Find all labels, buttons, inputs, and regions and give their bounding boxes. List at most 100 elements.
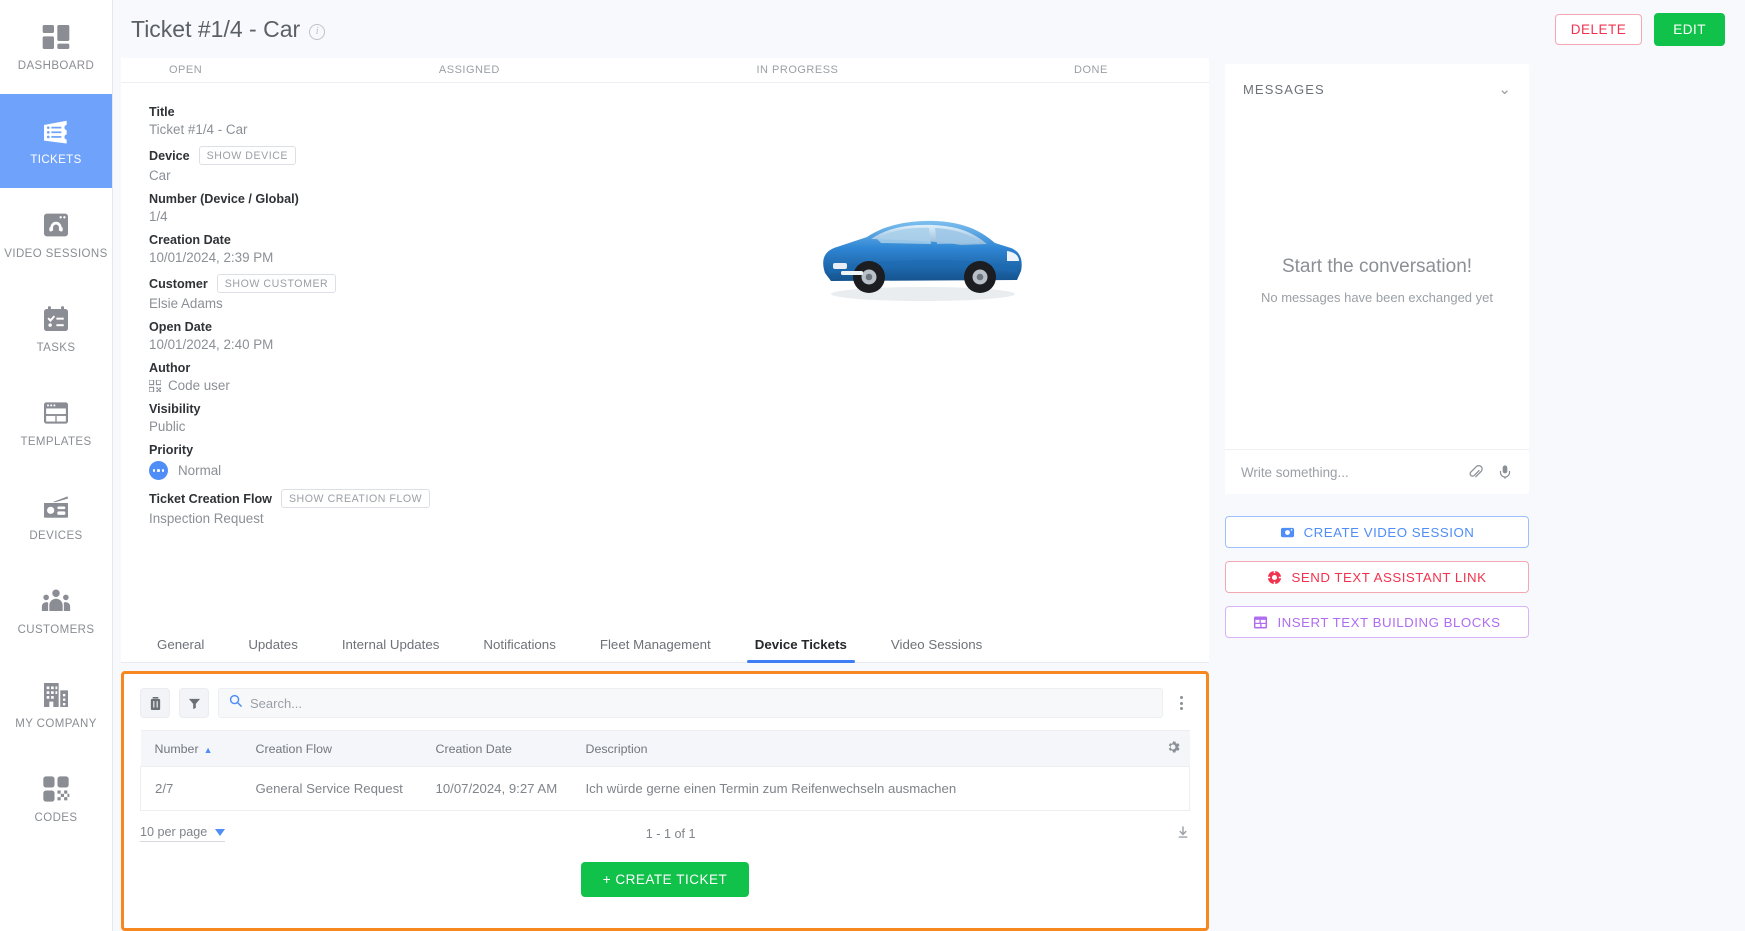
create-video-session-button[interactable]: CREATE VIDEO SESSION: [1225, 516, 1529, 548]
field-label: Customer SHOW CUSTOMER: [149, 274, 1209, 293]
ticket-details-card: Title Ticket #1/4 - Car Device SHOW DEVI…: [121, 83, 1209, 623]
field-device: Device SHOW DEVICE Car: [149, 146, 1209, 183]
field-value: Public: [149, 419, 186, 434]
status-step-in-progress[interactable]: IN PROGRESS: [756, 64, 1074, 76]
sidebar-item-devices[interactable]: DEVICES: [0, 470, 112, 564]
templates-icon: [40, 397, 72, 429]
main-area: Ticket #1/4 - Car i DELETE EDIT OPEN ASSI…: [113, 0, 1745, 931]
field-priority: Priority Normal: [149, 443, 1209, 480]
sidebar-label: DEVICES: [29, 530, 83, 543]
sidebar-item-tickets[interactable]: TICKETS: [0, 94, 112, 188]
chevron-down-icon[interactable]: ⌄: [1498, 80, 1511, 98]
send-text-assistant-link-button[interactable]: SEND TEXT ASSISTANT LINK: [1225, 561, 1529, 593]
column-header-description[interactable]: Description: [585, 730, 1156, 767]
messages-title: MESSAGES: [1243, 81, 1325, 97]
sidebar-label: MY COMPANY: [15, 718, 97, 731]
show-device-button[interactable]: SHOW DEVICE: [198, 146, 297, 165]
show-creation-flow-button[interactable]: SHOW CREATION FLOW: [280, 489, 431, 508]
cell-description: Ich würde gerne einen Termin zum Reifenw…: [585, 766, 1190, 811]
qr-code-icon: [148, 378, 162, 393]
search-input[interactable]: [250, 695, 1152, 711]
message-input[interactable]: [1241, 464, 1453, 480]
field-open-date: Open Date 10/01/2024, 2:40 PM: [149, 320, 1209, 352]
per-page-selector[interactable]: 10 per page: [140, 825, 226, 842]
field-label: Title: [149, 105, 1209, 119]
button-label: SEND TEXT ASSISTANT LINK: [1291, 569, 1487, 585]
info-icon[interactable]: i: [309, 23, 326, 40]
sidebar-item-video-sessions[interactable]: VIDEO SESSIONS: [0, 188, 112, 282]
field-value: Ticket #1/4 - Car: [149, 122, 248, 137]
delete-button[interactable]: DELETE: [1554, 13, 1643, 45]
tab-fleet-management[interactable]: Fleet Management: [578, 637, 733, 662]
microphone-icon[interactable]: [1497, 464, 1513, 480]
sidebar-label: VIDEO SESSIONS: [4, 248, 108, 261]
tab-notifications[interactable]: Notifications: [461, 637, 577, 662]
label-text: Ticket Creation Flow: [149, 491, 272, 506]
per-page-label: 10 per page: [140, 825, 208, 839]
device-tickets-table: Number ▲ Creation Flow Creation Date Desc…: [140, 730, 1190, 811]
ticket-icon: [40, 115, 72, 147]
field-number: Number (Device / Global) 1/4: [149, 192, 1209, 224]
label-text: Open Date: [149, 320, 212, 334]
edit-button[interactable]: EDIT: [1654, 12, 1725, 46]
author-name: Code user: [168, 378, 230, 393]
field-label: Open Date: [149, 320, 1209, 334]
sidebar-label: TASKS: [36, 342, 76, 355]
tab-updates[interactable]: Updates: [226, 637, 320, 662]
sidebar-item-templates[interactable]: TEMPLATES: [0, 376, 112, 470]
empty-subtitle: No messages have been exchanged yet: [1261, 290, 1493, 305]
ticket-column: OPEN ASSIGNED IN PROGRESS DONE Title Tic…: [113, 58, 1209, 931]
more-vertical-icon[interactable]: [1172, 696, 1190, 710]
column-header-number[interactable]: Number ▲: [140, 730, 256, 767]
search-box[interactable]: [218, 688, 1163, 718]
field-label: Author: [149, 361, 1209, 375]
insert-text-building-blocks-button[interactable]: INSERT TEXT BUILDING BLOCKS: [1225, 606, 1529, 638]
sidebar-label: TICKETS: [30, 154, 82, 167]
tab-device-tickets[interactable]: Device Tickets: [733, 637, 869, 663]
field-label: Ticket Creation Flow SHOW CREATION FLOW: [149, 489, 1209, 508]
create-ticket-button[interactable]: + CREATE TICKET: [580, 862, 750, 897]
sidebar-item-my-company[interactable]: MY COMPANY: [0, 658, 112, 752]
sidebar-item-tasks[interactable]: TASKS: [0, 282, 112, 376]
tab-general[interactable]: General: [149, 637, 226, 662]
app-root: DASHBOARD TICKETS VIDEO SESSIONS TASKS T: [0, 0, 1745, 931]
field-value: 1/4: [149, 209, 168, 224]
field-creation-date: Creation Date 10/01/2024, 2:39 PM: [149, 233, 1209, 265]
field-value: Code user: [148, 378, 1209, 393]
paperclip-icon[interactable]: [1467, 464, 1483, 480]
download-icon[interactable]: [1176, 825, 1190, 842]
video-session-icon: [40, 209, 72, 241]
show-customer-button[interactable]: SHOW CUSTOMER: [216, 274, 337, 293]
panel-action-buttons: CREATE VIDEO SESSION SEND TEXT ASSISTANT…: [1225, 516, 1529, 638]
sidebar-item-customers[interactable]: CUSTOMERS: [0, 564, 112, 658]
filter-icon[interactable]: [179, 688, 209, 718]
ticket-tabs: General Updates Internal Updates Notific…: [121, 623, 1209, 663]
field-label: Device SHOW DEVICE: [149, 146, 1209, 165]
ticket-status-bar: OPEN ASSIGNED IN PROGRESS DONE: [121, 58, 1209, 83]
devices-icon: [40, 491, 72, 523]
table-row[interactable]: 2/7 General Service Request 10/07/2024, …: [140, 766, 1190, 811]
chevron-down-icon: [215, 828, 226, 836]
button-label: CREATE VIDEO SESSION: [1303, 524, 1475, 540]
status-step-done[interactable]: DONE: [1074, 64, 1209, 76]
status-step-assigned[interactable]: ASSIGNED: [439, 64, 757, 76]
table-header-row: Number ▲ Creation Flow Creation Date Desc…: [140, 730, 1190, 767]
tab-video-sessions[interactable]: Video Sessions: [869, 637, 1004, 662]
sidebar: DASHBOARD TICKETS VIDEO SESSIONS TASKS T: [0, 0, 113, 931]
sidebar-label: CODES: [34, 812, 78, 825]
messages-card: MESSAGES ⌄ Start the conversation! No me…: [1225, 64, 1529, 494]
label-text: Number (Device / Global): [149, 192, 299, 206]
column-header-creation-date[interactable]: Creation Date: [435, 730, 586, 767]
column-header-creation-flow[interactable]: Creation Flow: [255, 730, 436, 767]
tab-internal-updates[interactable]: Internal Updates: [320, 637, 462, 662]
status-step-open[interactable]: OPEN: [121, 64, 439, 76]
field-label: Creation Date: [149, 233, 1209, 247]
sidebar-item-codes[interactable]: CODES: [0, 752, 112, 846]
sidebar-item-dashboard[interactable]: DASHBOARD: [0, 0, 112, 94]
table-footer: 10 per page 1 - 1 of 1: [140, 825, 1190, 842]
archive-icon[interactable]: [140, 688, 170, 718]
message-composer: [1225, 449, 1529, 494]
table-settings-button[interactable]: [1155, 730, 1190, 767]
sort-ascending-icon: ▲: [203, 744, 213, 755]
customers-icon: [40, 585, 72, 617]
